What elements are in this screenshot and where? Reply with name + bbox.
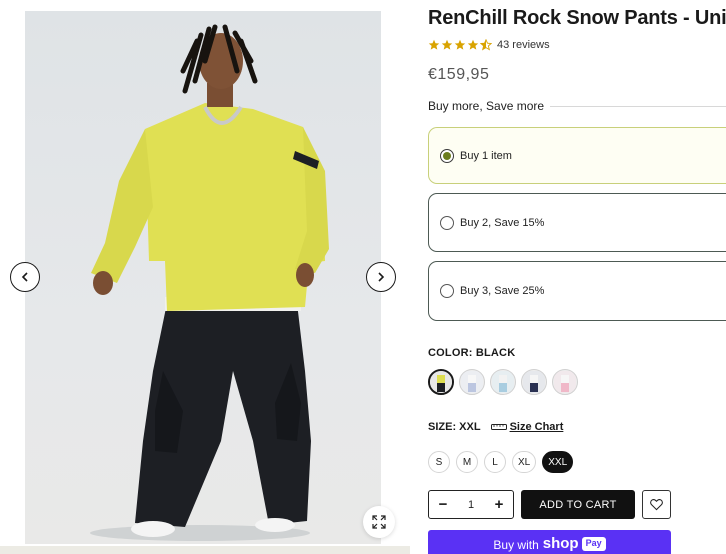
chevron-left-icon xyxy=(21,272,28,282)
rating-row[interactable]: 43 reviews xyxy=(428,39,550,51)
swatch-thumbnail xyxy=(430,371,452,393)
size-chart-link[interactable]: Size Chart xyxy=(510,421,564,433)
bundle-label: Buy 2, Save 15% xyxy=(460,216,545,229)
model-illustration xyxy=(90,24,329,541)
size-option-s[interactable]: S xyxy=(428,451,450,473)
star-icon xyxy=(428,39,440,50)
reviews-count[interactable]: 43 reviews xyxy=(497,39,550,51)
swatch-pink[interactable] xyxy=(552,369,578,395)
shop-pay-badge: Pay xyxy=(581,537,606,551)
product-photo[interactable] xyxy=(25,11,381,544)
ruler-icon xyxy=(490,424,507,430)
shop-pay-button[interactable]: Buy with shop Pay xyxy=(428,530,671,554)
swatch-black-yellow[interactable] xyxy=(428,369,454,395)
size-options: S M L XL XXL xyxy=(428,451,574,473)
star-icon xyxy=(454,39,466,50)
size-option-xxl[interactable]: XXL xyxy=(542,451,574,473)
product-price: €159,95 xyxy=(428,66,490,83)
product-info: RenChill Rock Snow Pants - Unisex 43 rev… xyxy=(428,0,726,554)
star-icon xyxy=(441,39,453,50)
bundle-option-2[interactable]: Buy 2, Save 15% xyxy=(428,193,726,252)
swatch-thumbnail xyxy=(523,371,545,393)
quantity-value[interactable]: 1 xyxy=(468,499,474,511)
quantity-stepper: − 1 + xyxy=(428,490,514,519)
radio-unselected[interactable] xyxy=(440,215,454,230)
add-to-cart-button[interactable]: ADD TO CART xyxy=(521,490,635,519)
increase-quantity-button[interactable]: + xyxy=(493,496,505,513)
bundle-option-1[interactable]: Buy 1 item xyxy=(428,127,726,184)
bundle-label: Buy 3, Save 25% xyxy=(460,285,545,297)
swatch-thumbnail xyxy=(554,371,576,393)
size-row: SIZE: XXL Size Chart xyxy=(428,421,563,433)
expand-icon xyxy=(372,515,386,529)
size-option-m[interactable]: M xyxy=(456,451,478,473)
swatch-thumbnail xyxy=(492,371,514,393)
radio-dot xyxy=(443,151,451,160)
radio-unselected[interactable] xyxy=(440,284,454,298)
thumbnail-strip xyxy=(0,546,410,554)
size-option-xl[interactable]: XL xyxy=(512,451,537,473)
swatch-thumbnail xyxy=(461,371,483,393)
swatch-navy-white[interactable] xyxy=(521,369,547,395)
chevron-right-icon xyxy=(378,272,385,282)
radio-selected[interactable] xyxy=(440,148,454,163)
swatch-white-blue[interactable] xyxy=(459,369,485,395)
bundle-heading-text: Buy more, Save more xyxy=(428,99,545,113)
zoom-button[interactable] xyxy=(363,506,395,538)
wishlist-button[interactable] xyxy=(642,490,671,519)
shop-pay-brand: shop xyxy=(542,535,579,552)
shop-pay-prefix: Buy with xyxy=(493,538,539,552)
color-swatches xyxy=(428,369,578,395)
bundle-option-3[interactable]: Buy 3, Save 25% xyxy=(428,261,726,321)
bundle-label: Buy 1 item xyxy=(460,149,512,162)
size-option-l[interactable]: L xyxy=(484,451,506,473)
size-label: SIZE: XXL xyxy=(428,421,481,433)
heart-icon xyxy=(650,499,663,511)
star-half-icon xyxy=(480,39,492,51)
color-label: COLOR: BLACK xyxy=(428,347,516,359)
star-icon xyxy=(467,39,479,50)
swatch-light-blue[interactable] xyxy=(490,369,516,395)
decrease-quantity-button[interactable]: − xyxy=(437,496,449,513)
bundle-heading: Buy more, Save more xyxy=(428,99,726,113)
product-title: RenChill Rock Snow Pants - Unisex xyxy=(428,7,726,29)
previous-image-button[interactable] xyxy=(10,262,40,292)
divider xyxy=(550,105,726,107)
product-gallery xyxy=(0,0,410,554)
next-image-button[interactable] xyxy=(366,262,396,292)
